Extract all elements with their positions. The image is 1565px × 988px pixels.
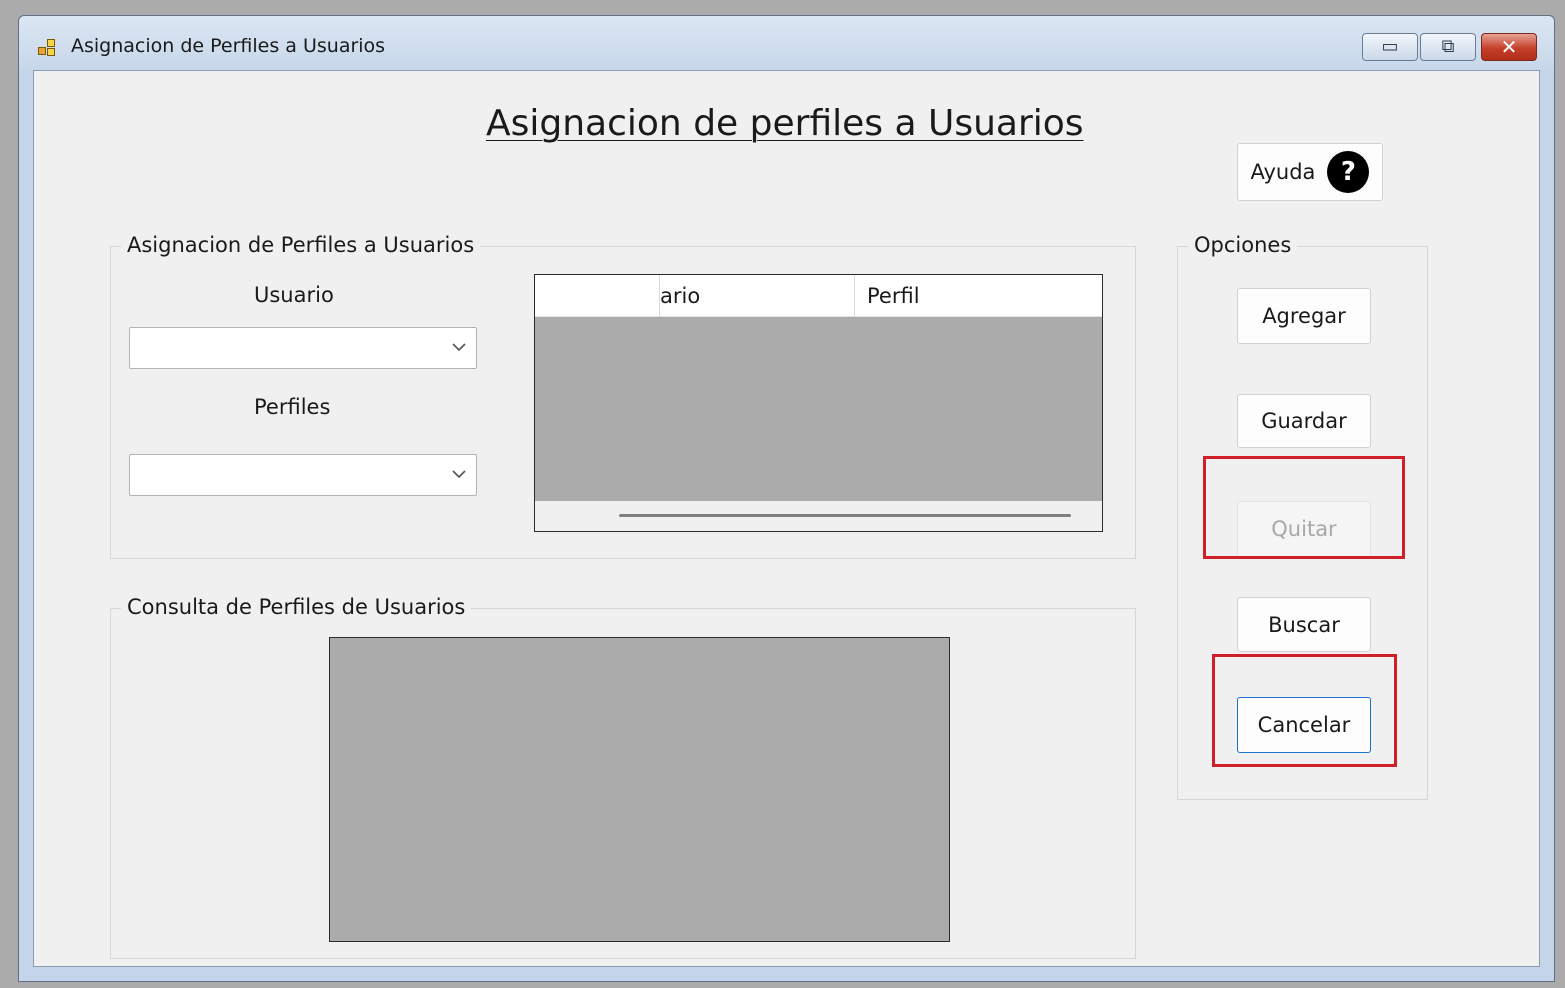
grid-header-cell[interactable]: Perfil bbox=[854, 275, 1102, 317]
chevron-down-icon bbox=[452, 343, 466, 352]
help-button[interactable]: Ayuda ? bbox=[1237, 143, 1383, 201]
buscar-button[interactable]: Buscar bbox=[1237, 597, 1371, 652]
perfiles-label: Perfiles bbox=[254, 395, 331, 419]
question-circle-icon: ? bbox=[1327, 151, 1370, 193]
help-button-label: Ayuda bbox=[1250, 160, 1316, 184]
close-button[interactable]: ✕ bbox=[1481, 33, 1537, 61]
grid-header-cell[interactable]: ario bbox=[659, 275, 854, 317]
usuario-combobox[interactable] bbox=[129, 327, 477, 369]
query-group-legend: Consulta de Perfiles de Usuarios bbox=[121, 595, 472, 619]
assign-groupbox: Asignacion de Perfiles a Usuarios Usuari… bbox=[110, 233, 1136, 559]
grid-header-cell[interactable] bbox=[535, 275, 659, 317]
minimize-icon: ▭ bbox=[1381, 36, 1399, 57]
close-icon: ✕ bbox=[1500, 35, 1518, 59]
agregar-button[interactable]: Agregar bbox=[1237, 288, 1371, 344]
usuario-label: Usuario bbox=[254, 283, 334, 307]
chevron-down-icon bbox=[452, 470, 466, 479]
app-icon bbox=[38, 39, 60, 59]
grid-header-row: ario Perfil bbox=[535, 275, 1102, 317]
options-group-legend: Opciones bbox=[1188, 233, 1298, 257]
minimize-button[interactable]: ▭ bbox=[1362, 33, 1418, 61]
maximize-button[interactable]: ⧉ bbox=[1420, 33, 1476, 61]
title-bar[interactable]: Asignacion de Perfiles a Usuarios ▭ ⧉ ✕ bbox=[19, 16, 1554, 70]
grid-horizontal-scrollbar[interactable] bbox=[535, 501, 1102, 531]
quitar-highlight-box bbox=[1203, 456, 1405, 559]
guardar-button[interactable]: Guardar bbox=[1237, 394, 1371, 448]
page-title: Asignacion de perfiles a Usuarios bbox=[486, 103, 1084, 144]
perfiles-combobox[interactable] bbox=[129, 454, 477, 496]
scrollbar-thumb[interactable] bbox=[619, 514, 1071, 517]
window-title: Asignacion de Perfiles a Usuarios bbox=[71, 35, 386, 57]
assign-data-grid[interactable]: ario Perfil bbox=[534, 274, 1103, 532]
query-data-grid[interactable] bbox=[329, 637, 950, 942]
query-groupbox: Consulta de Perfiles de Usuarios bbox=[110, 595, 1136, 959]
restore-icon: ⧉ bbox=[1441, 36, 1455, 57]
assign-group-legend: Asignacion de Perfiles a Usuarios bbox=[121, 233, 481, 257]
cancelar-highlight-box bbox=[1212, 654, 1397, 767]
